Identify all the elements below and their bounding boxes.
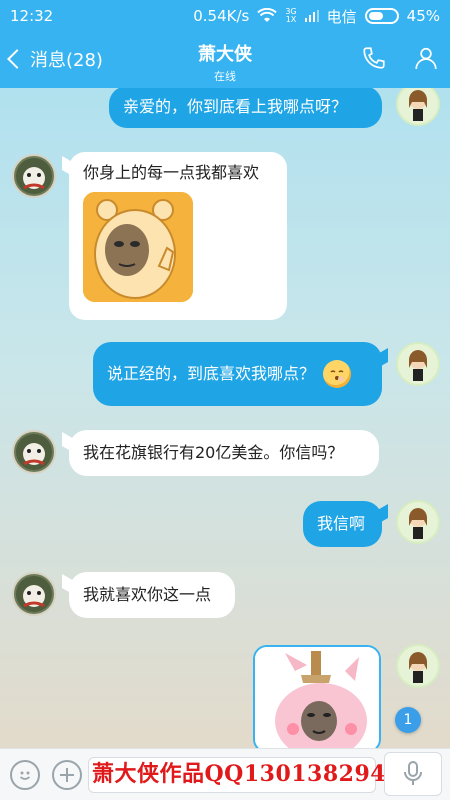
signal-icon — [304, 10, 319, 22]
message-bubble-other[interactable]: 我在花旗银行有20亿美金。你信吗？ — [69, 430, 379, 476]
message-bubble-other[interactable]: 你身上的每一点我都喜欢 — [69, 152, 287, 320]
panda-avatar-icon — [16, 576, 52, 612]
profile-icon — [415, 47, 437, 69]
status-right-group: 0.54K/s 3G 1X 电信 45% — [193, 6, 440, 27]
message-bubble-me[interactable]: 说正经的，到底喜欢我哪点？ — [93, 342, 382, 406]
net-speed: 0.54K/s — [193, 7, 250, 25]
pig-face-image — [255, 647, 379, 751]
emoji-icon — [19, 771, 31, 780]
message-text: 说正经的，到底喜欢我哪点？ — [107, 364, 316, 383]
carrier-name: 电信 — [326, 7, 357, 26]
panda-avatar-icon — [16, 434, 52, 470]
message-bubble-other[interactable]: 我就喜欢你这一点 — [69, 572, 235, 618]
message-text: 我就喜欢你这一点 — [83, 585, 212, 604]
friend-avatar[interactable] — [12, 430, 56, 474]
shy-emoji-icon — [323, 360, 352, 388]
unread-count: 1 — [403, 712, 413, 728]
chat-area[interactable]: 亲爱的，你到底看上我哪点呀？ 你身上的每一点我都喜欢 说正经的，到底喜欢我哪点？… — [0, 88, 450, 748]
network-type-indicator: 3G 1X — [285, 8, 296, 24]
profile-button[interactable] — [412, 44, 440, 72]
my-avatar[interactable] — [396, 342, 440, 386]
message-bubble-me[interactable]: 亲爱的，你到底看上我哪点呀？ — [109, 88, 382, 128]
girl-avatar-icon — [409, 652, 427, 683]
emoji-button[interactable] — [10, 760, 40, 790]
girl-avatar-icon — [409, 350, 427, 381]
friend-avatar[interactable] — [12, 154, 56, 198]
message-text: 你身上的每一点我都喜欢 — [83, 163, 260, 182]
bear-face-image — [83, 192, 193, 302]
my-avatar[interactable] — [396, 500, 440, 544]
mic-icon — [404, 761, 422, 785]
girl-avatar-icon — [409, 508, 427, 539]
mic-button[interactable] — [384, 752, 442, 796]
status-bar: 12:32 0.54K/s 3G 1X 电信 45% — [0, 0, 450, 32]
network-subtype: 1X — [285, 15, 297, 24]
battery-percent: 45% — [406, 7, 440, 25]
girl-avatar-icon — [409, 90, 427, 121]
chat-header: 消息(28) 萧大侠 在线 — [0, 32, 450, 88]
unread-badge[interactable]: 1 — [395, 707, 421, 733]
phone-icon — [363, 47, 385, 69]
my-avatar[interactable] — [396, 644, 440, 688]
phone-button[interactable] — [360, 44, 388, 72]
message-text: 我信啊 — [317, 514, 366, 533]
plus-icon — [60, 768, 74, 782]
my-avatar[interactable] — [396, 88, 440, 126]
message-text: 亲爱的，你到底看上我哪点呀？ — [123, 97, 348, 116]
battery-icon — [364, 8, 399, 24]
header-actions — [360, 44, 440, 72]
plus-button[interactable] — [52, 760, 82, 790]
panda-avatar-icon — [16, 158, 52, 194]
meme-sticker[interactable] — [83, 192, 193, 302]
watermark-text: 萧大侠作品QQ130138294 — [92, 761, 387, 787]
message-text: 我在花旗银行有20亿美金。你信吗？ — [83, 443, 344, 462]
message-bubble-me[interactable]: 我信啊 — [303, 501, 382, 547]
pig-sticker[interactable] — [253, 645, 381, 753]
friend-avatar[interactable] — [12, 572, 56, 616]
wifi-icon — [257, 8, 278, 24]
status-time: 12:32 — [10, 7, 54, 25]
